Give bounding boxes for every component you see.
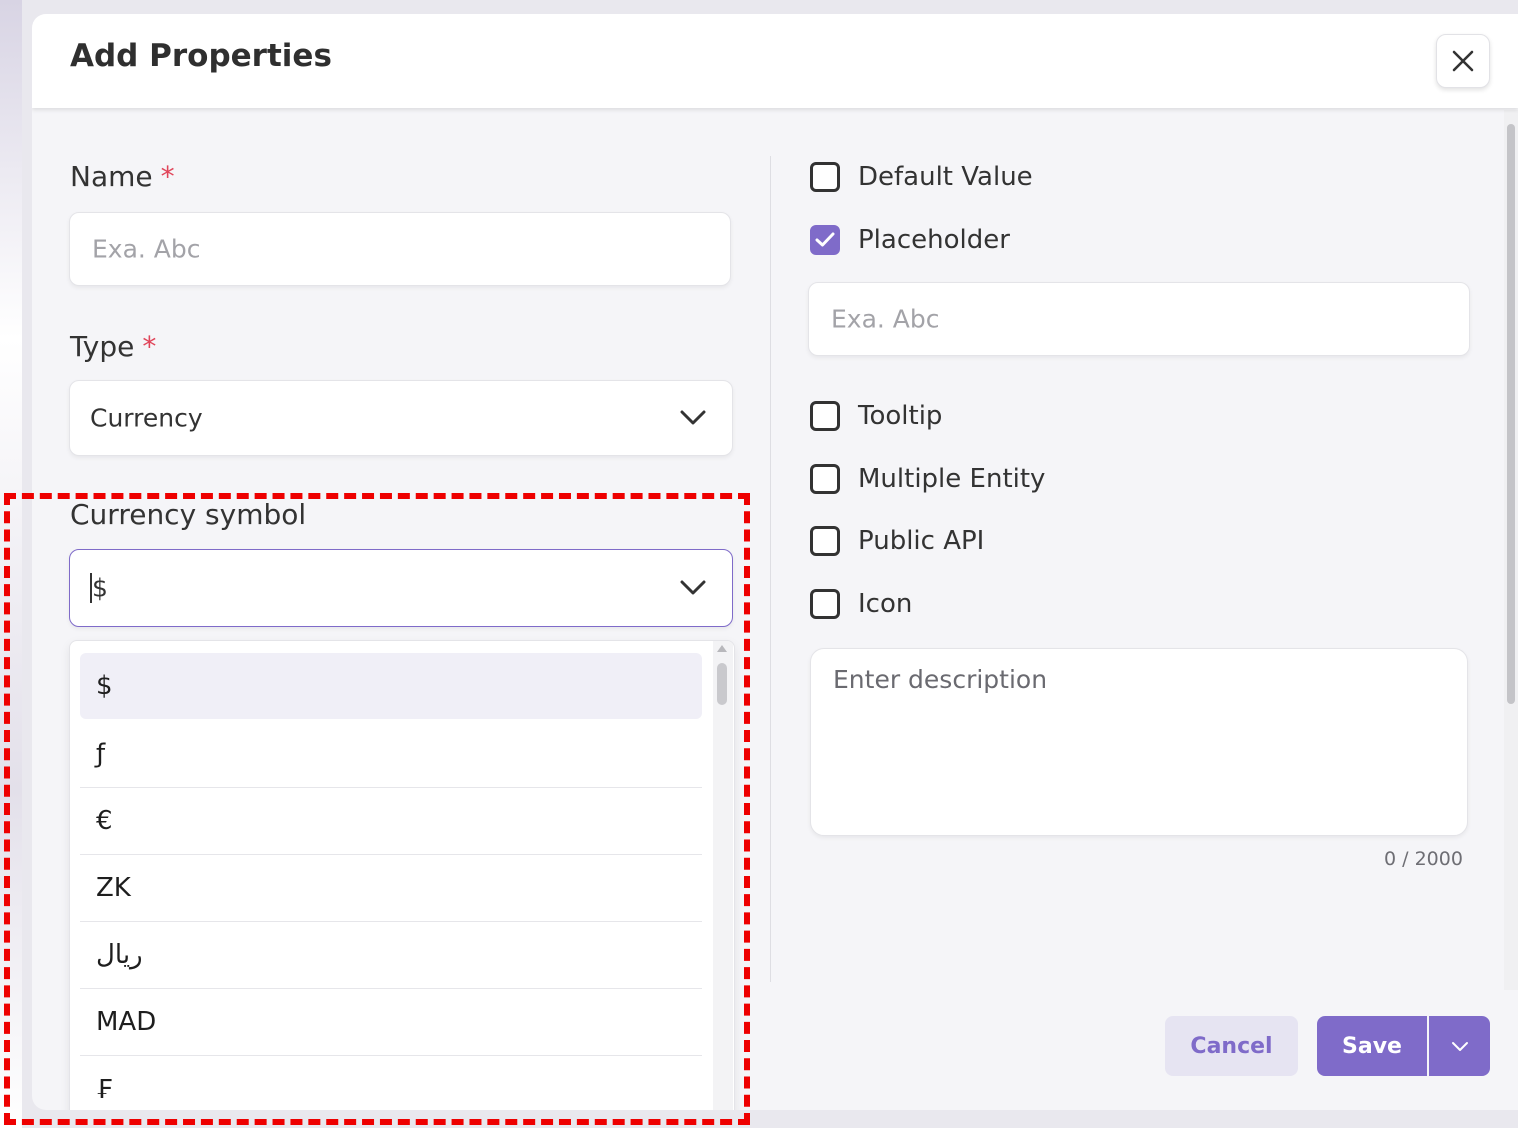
chevron-down-icon (1451, 1041, 1468, 1051)
name-label: Name * (70, 160, 175, 193)
description-placeholder: Enter description (833, 665, 1048, 694)
currency-symbol-value: $ (92, 573, 108, 603)
type-label: Type * (70, 330, 156, 363)
currency-option-text: ریال (96, 940, 143, 970)
currency-option-text: $ (96, 671, 113, 701)
default-value-option[interactable]: Default Value (810, 162, 1033, 192)
currency-option-text: ₣ (96, 1074, 113, 1105)
required-marker: * (142, 330, 157, 363)
name-input[interactable]: Exa. Abc (69, 212, 731, 286)
chevron-down-icon (680, 410, 706, 425)
name-input-placeholder: Exa. Abc (92, 234, 201, 264)
dialog-scrollbar[interactable] (1504, 110, 1518, 990)
column-divider (770, 156, 771, 982)
options-scrollbar[interactable] (713, 641, 733, 1110)
placeholder-label: Placeholder (858, 225, 1010, 255)
currency-option-text: MAD (96, 1007, 157, 1037)
type-select[interactable]: Currency (69, 380, 733, 456)
save-options-button[interactable] (1429, 1016, 1490, 1076)
chevron-down-icon[interactable] (680, 580, 706, 596)
type-select-value: Currency (90, 403, 203, 433)
type-label-text: Type (70, 330, 135, 363)
icon-label: Icon (858, 589, 913, 619)
close-button[interactable] (1436, 34, 1490, 88)
dialog-title: Add Properties (70, 38, 332, 74)
tooltip-checkbox[interactable] (810, 401, 840, 431)
currency-option[interactable]: € (80, 788, 702, 855)
default-value-label: Default Value (858, 162, 1033, 192)
placeholder-input[interactable]: Exa. Abc (808, 282, 1470, 356)
currency-option[interactable]: ƒ (80, 721, 702, 788)
scroll-up-arrow-icon[interactable] (717, 645, 727, 652)
currency-option[interactable]: ریال (80, 922, 702, 989)
add-properties-dialog: Add Properties Name * Exa. Abc Type * Curr… (32, 14, 1518, 1110)
public-api-label: Public API (858, 526, 985, 556)
close-icon (1452, 50, 1474, 72)
currency-option[interactable]: ₣ (80, 1056, 702, 1110)
currency-option[interactable]: ZK (80, 855, 702, 922)
icon-option[interactable]: Icon (810, 589, 912, 619)
name-label-text: Name (70, 160, 153, 193)
tooltip-label: Tooltip (858, 401, 943, 431)
dialog-scroll-thumb[interactable] (1507, 124, 1515, 704)
default-value-checkbox[interactable] (810, 162, 840, 192)
currency-option[interactable]: MAD (80, 989, 702, 1056)
save-button[interactable]: Save (1317, 1016, 1427, 1076)
character-count: 0 / 2000 (1384, 848, 1463, 870)
public-api-option[interactable]: Public API (810, 526, 984, 556)
cancel-button[interactable]: Cancel (1165, 1016, 1298, 1076)
dialog-header: Add Properties (32, 14, 1518, 108)
icon-checkbox[interactable] (810, 589, 840, 619)
currency-option-text: ZK (96, 873, 131, 903)
currency-symbol-select[interactable]: $ (69, 549, 733, 627)
multiple-entity-option[interactable]: Multiple Entity (810, 464, 1045, 494)
placeholder-checkbox[interactable] (810, 225, 840, 255)
tooltip-option[interactable]: Tooltip (810, 401, 942, 431)
placeholder-option[interactable]: Placeholder (810, 225, 1010, 255)
multiple-entity-label: Multiple Entity (858, 464, 1046, 494)
public-api-checkbox[interactable] (810, 526, 840, 556)
required-marker: * (160, 160, 175, 193)
description-textarea[interactable]: Enter description (810, 648, 1468, 836)
currency-option-text: ƒ (96, 739, 106, 769)
options-scroll-thumb[interactable] (717, 663, 727, 705)
currency-symbol-label: Currency symbol (70, 498, 307, 531)
currency-option-text: € (96, 806, 113, 836)
multiple-entity-checkbox[interactable] (810, 464, 840, 494)
checkmark-icon (815, 232, 835, 247)
placeholder-input-placeholder: Exa. Abc (831, 304, 940, 334)
background-edge (0, 0, 22, 1128)
currency-options-list: $ ƒ € ZK ریال MAD ₣ (69, 640, 735, 1110)
currency-option[interactable]: $ (80, 653, 702, 719)
